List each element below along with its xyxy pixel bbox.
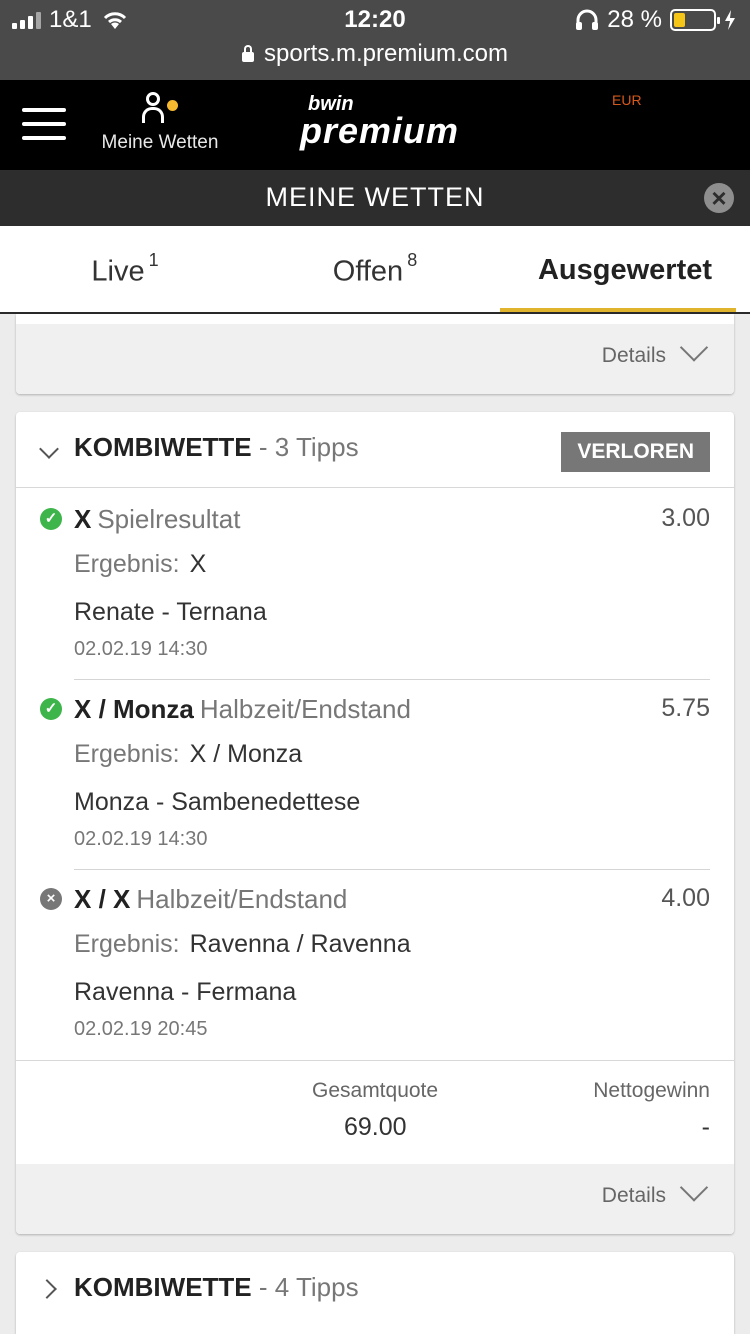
previous-bet-card: Details — [16, 314, 734, 394]
cross-icon: × — [40, 888, 62, 910]
url-bar[interactable]: sports.m.premium.com — [0, 40, 750, 80]
bet-card: KOMBIWETTE - 4 Tipps — [16, 1252, 734, 1334]
close-button[interactable]: × — [704, 183, 734, 213]
selection-row: × X / X Halbzeit/Endstand 4.00 Ergebnis: R… — [16, 870, 734, 1060]
total-odds-label: Gesamtquote — [312, 1079, 439, 1102]
bet-type: KOMBIWETTE - 3 Tipps — [74, 432, 359, 462]
selection-date: 02.02.19 20:45 — [74, 1018, 208, 1040]
selection-result: Ergebnis: Ravenna / Ravenna — [74, 930, 411, 958]
selection-row: ✓ X / Monza Halbzeit/Endstand 5.75 Ergebn… — [16, 680, 734, 870]
chevron-right-icon — [37, 1279, 57, 1299]
bet-type: KOMBIWETTE - 4 Tipps — [74, 1272, 359, 1302]
bet-card-header[interactable]: KOMBIWETTE - 4 Tipps — [16, 1252, 734, 1328]
chevron-down-icon — [39, 439, 59, 459]
headphones-icon — [576, 9, 599, 30]
selection-row: ✓ X Spielresultat 3.00 Ergebnis: X Renate … — [16, 490, 734, 680]
selection-pick: X / X Halbzeit/Endstand — [74, 884, 348, 914]
app-header: Meine Wetten bwin premium EUR — [0, 80, 750, 170]
selection-odds: 3.00 — [661, 504, 710, 532]
bet-summary: Gesamtquote 69.00 Nettogewinn - — [16, 1060, 734, 1165]
chevron-down-icon — [679, 333, 709, 362]
selection-event: Ravenna - Fermana — [74, 978, 297, 1006]
tab-live[interactable]: Live 1 — [0, 226, 250, 312]
selection-event: Monza - Sambenedettese — [74, 788, 361, 816]
battery-icon — [670, 9, 720, 31]
details-row[interactable]: Details — [16, 1164, 734, 1234]
details-label: Details — [601, 1184, 666, 1207]
bet-tabs: Live 1 Offen 8 Ausgewertet — [0, 226, 750, 314]
selection-event: Renate - Ternana — [74, 598, 267, 626]
selection-result: Ergebnis: X — [74, 550, 207, 578]
selection-pick: X / Monza Halbzeit/Endstand — [74, 694, 411, 724]
selection-result: Ergebnis: X / Monza — [74, 740, 303, 768]
lock-icon — [241, 45, 254, 62]
my-bets-icon — [140, 90, 180, 130]
charging-icon — [725, 10, 735, 30]
selection-date: 02.02.19 14:30 — [74, 828, 208, 850]
title-bar: MEINE WETTEN × — [0, 170, 750, 226]
status-right: 28 % — [575, 6, 736, 34]
balance-currency: EUR — [612, 92, 642, 108]
battery-percent: 28 % — [607, 6, 662, 33]
my-bets-button[interactable]: Meine Wetten — [100, 90, 220, 154]
check-icon: ✓ — [40, 698, 62, 720]
selection-odds: 4.00 — [661, 884, 710, 912]
details-label: Details — [601, 344, 666, 367]
menu-icon[interactable] — [22, 108, 66, 140]
details-row[interactable]: Details — [16, 324, 734, 394]
status-bar: 1&1 12:20 28 % — [0, 0, 750, 40]
tab-ausgewertet[interactable]: Ausgewertet — [500, 226, 750, 312]
selection-pick: X Spielresultat — [74, 504, 241, 534]
chevron-down-icon — [679, 1173, 709, 1202]
selection-date: 02.02.19 14:30 — [74, 638, 208, 660]
url-text: sports.m.premium.com — [263, 40, 509, 67]
bet-card: KOMBIWETTE - 3 Tipps VERLOREN ✓ X Spielre… — [16, 412, 734, 1234]
net-win-label: Nettogewinn — [593, 1079, 710, 1102]
my-bets-label: Meine Wetten — [101, 132, 219, 153]
bet-card-header[interactable]: KOMBIWETTE - 3 Tipps VERLOREN — [16, 412, 734, 488]
redacted-area — [16, 1061, 166, 1165]
check-icon: ✓ — [40, 508, 62, 530]
net-win-value: - — [701, 1113, 710, 1141]
brand-logo[interactable]: bwin premium — [300, 94, 460, 149]
status-badge: VERLOREN — [561, 432, 710, 472]
selection-odds: 5.75 — [661, 694, 710, 722]
page-title: MEINE WETTEN — [265, 182, 485, 212]
total-odds-value: 69.00 — [344, 1113, 407, 1141]
tab-offen[interactable]: Offen 8 — [250, 226, 500, 312]
